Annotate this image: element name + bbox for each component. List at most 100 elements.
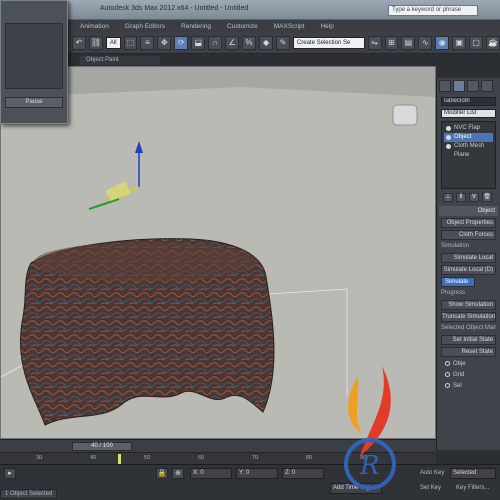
watermark-logo: R [344,366,396,490]
create-tab-icon[interactable] [439,80,451,92]
search-input[interactable]: Type a keyword or phrase [388,5,478,16]
auto-key-button[interactable]: Auto Key [420,470,444,476]
tick-label: 50 [144,455,151,461]
set-initial-state-button[interactable]: Set Initial State [441,335,496,345]
maxscript-listener-icon[interactable]: ▸ [4,468,16,479]
stack-item-label: NVC Flap [454,125,481,131]
selection-status: 1 Object Selected [0,489,58,499]
ribbon-tab-object-paint[interactable]: Object Paint [80,56,160,65]
stack-item-nvc-flap[interactable]: NVC Flap [444,124,493,133]
stack-item-label: Plane [454,152,470,158]
link-icon[interactable]: ⛓ [88,35,103,50]
coord-y-field[interactable]: Y: 0 [236,468,278,479]
status-prompt: 1 Object Selected [0,489,58,499]
render-frame-icon[interactable]: ▢ [469,35,484,50]
snap-icon[interactable]: ∩ [208,35,223,50]
stack-item-object[interactable]: Object [444,133,493,142]
radio-icon [445,372,450,377]
bulb-icon[interactable] [446,135,451,140]
mirror-icon[interactable]: ⇋ [367,35,382,50]
simulate-local-damped-button[interactable]: Simulate Local (D) [441,265,496,275]
selection-filter-dropdown[interactable]: All [105,36,121,49]
set-key-button[interactable]: Set Key [420,485,441,491]
make-unique-icon[interactable]: ∀ [469,193,479,202]
truncate-simulation-button[interactable]: Truncate Simulation [441,312,496,322]
radio-label: Sel [453,382,462,389]
object-properties-button[interactable]: Object Properties [441,218,496,228]
rollout-object[interactable]: Object [439,206,498,216]
angle-snap-icon[interactable]: ∠ [225,35,240,50]
simulate-button[interactable]: Simulate [441,277,475,287]
remove-modifier-icon[interactable]: 🗑 [482,193,492,202]
command-panel-tabs [437,78,500,94]
bulb-icon[interactable] [446,126,451,131]
show-simulation-button[interactable]: Show Simulation [441,300,496,310]
bulb-icon[interactable] [446,144,451,149]
radio-object[interactable]: Obje [445,359,492,368]
modifier-list-dropdown[interactable]: Modifier List [441,109,496,118]
stack-tools: ⊥ Ⅱ ∀ 🗑 [443,193,494,202]
radio-grid[interactable]: Grid [445,370,492,379]
radio-selected[interactable]: Sel [445,381,492,390]
radio-label: Obje [453,360,466,367]
select-object-icon[interactable]: ⬚ [123,35,138,50]
object-name-field[interactable]: tablecloth [441,97,496,106]
viewcube-icon[interactable] [392,104,418,126]
show-end-result-icon[interactable]: Ⅱ [456,193,466,202]
cloth-forces-button[interactable]: Cloth Forces [441,230,496,240]
absolute-mode-icon[interactable]: ⊕ [172,468,184,479]
modifier-stack: NVC Flap Object Cloth Mesh Plane [441,121,496,189]
stack-item-cloth-mesh[interactable]: Cloth Mesh [444,142,493,151]
time-slider[interactable]: 40 / 100 [72,442,132,451]
tick-label: 80 [306,455,313,461]
select-by-name-icon[interactable]: ≡ [140,35,155,50]
main-toolbar: ↶ ⛓ All ⬚ ≡ ✥ ⟳ ⬓ ∩ ∠ % ◆ ✎ Create Selec… [68,32,500,54]
menu-animation[interactable]: Animation [80,23,109,30]
stack-item-label: Object [454,134,472,140]
radio-label: Grid [453,371,465,378]
coord-x-field[interactable]: X: 0 [190,468,232,479]
menu-bar: Animation Graph Editors Rendering Custom… [68,20,500,32]
scale-icon[interactable]: ⬓ [191,35,206,50]
dialog-panel [5,23,63,89]
radio-icon [445,383,450,388]
menu-help[interactable]: Help [320,23,333,30]
pin-stack-icon[interactable]: ⊥ [443,193,453,202]
keyframe-marker[interactable] [118,454,121,464]
window-title: Autodesk 3ds Max 2012 x64 - Untitled - U… [100,5,249,12]
undo-icon[interactable]: ↶ [72,35,86,50]
radio-icon [445,361,450,366]
simulate-local-button[interactable]: Simulate Local [441,253,496,263]
named-selection-dropdown[interactable]: Create Selection Se [292,36,365,49]
edit-named-selection-icon[interactable]: ✎ [275,35,290,50]
percent-snap-icon[interactable]: % [242,35,257,50]
lock-selection-icon[interactable]: 🔒 [156,468,168,479]
modify-tab-icon[interactable] [453,80,465,92]
reset-state-button[interactable]: Reset State [441,347,496,357]
coord-z-field[interactable]: Z: 0 [282,468,324,479]
menu-rendering[interactable]: Rendering [181,23,211,30]
hierarchy-tab-icon[interactable] [467,80,479,92]
stack-item-plane[interactable]: Plane [444,151,493,160]
move-icon[interactable]: ✥ [157,35,172,50]
menu-graph-editors[interactable]: Graph Editors [125,23,165,30]
material-editor-icon[interactable]: ◉ [435,35,450,50]
stack-item-label: Cloth Mesh [454,143,485,149]
render-setup-icon[interactable]: ▣ [452,35,467,50]
key-filters-button[interactable]: Key Filters... [456,485,489,491]
render-icon[interactable]: ☕ [486,35,500,50]
menu-maxscript[interactable]: MAXScript [274,23,305,30]
spinner-snap-icon[interactable]: ◆ [259,35,273,50]
pause-button[interactable]: Pause [5,97,63,108]
layer-icon[interactable]: ▤ [401,35,416,50]
cloth-dialog: Pause [0,0,68,124]
tick-label: 30 [36,455,43,461]
align-icon[interactable]: ⊞ [384,35,399,50]
motion-tab-icon[interactable] [481,80,493,92]
rotate-icon[interactable]: ⟳ [174,35,189,50]
menu-customize[interactable]: Customize [227,23,258,30]
curve-editor-icon[interactable]: ∿ [418,35,433,50]
selected-dropdown[interactable]: Selected [450,468,496,479]
command-panel: tablecloth Modifier List NVC Flap Object… [436,78,500,450]
title-bar: Autodesk 3ds Max 2012 x64 - Untitled - U… [0,0,500,20]
